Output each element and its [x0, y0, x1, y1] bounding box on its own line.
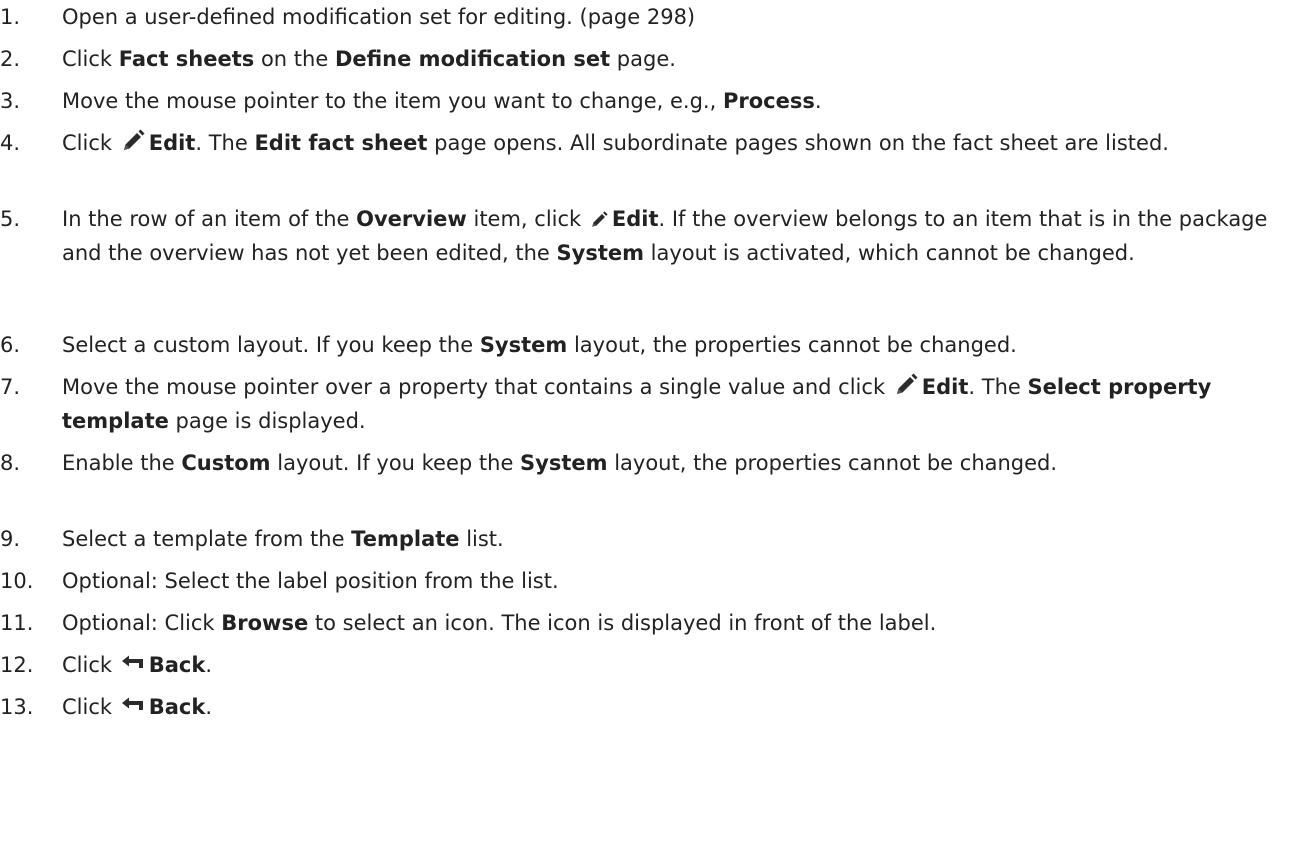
text-run: In the row of an item of the	[62, 207, 357, 231]
ui-term: Template	[351, 527, 460, 551]
text-run: Click	[62, 653, 119, 677]
step-text: Optional: Select the label position from…	[62, 564, 1302, 598]
pencil-icon	[894, 373, 918, 397]
ui-term: System	[556, 241, 644, 265]
text-run: item, click	[466, 207, 588, 231]
pencil-icon	[121, 129, 145, 153]
step-text: Click Back.	[62, 648, 1302, 682]
step-number: 7.	[0, 375, 21, 399]
text-run: .	[205, 653, 212, 677]
text-run: . The	[968, 375, 1028, 399]
ui-term: Process	[722, 89, 815, 113]
ui-term: Fact sheets	[118, 47, 255, 71]
text-run: page opens. All subordinate pages shown …	[427, 131, 1169, 155]
list-item: 6. Select a custom layout. If you keep th…	[0, 328, 1306, 362]
step-number: 9.	[0, 527, 21, 551]
ui-term: Define modification set	[334, 47, 611, 71]
list-item: 13. Click Back.	[0, 690, 1306, 724]
list-item: 1. Open a user-defined modification set f…	[0, 0, 1306, 34]
text-run: list.	[459, 527, 504, 551]
step-number: 5.	[0, 207, 21, 231]
ui-term: Overview	[356, 207, 467, 231]
text-run: to select an icon. The icon is displayed…	[308, 611, 937, 635]
step-text: Select a template from the Template list…	[62, 522, 1302, 556]
list-item: 3. Move the mouse pointer to the item you…	[0, 84, 1306, 118]
step-text: Enable the Custom layout. If you keep th…	[62, 446, 1302, 480]
ui-term: Edit fact sheet	[254, 131, 428, 155]
ui-term: Back	[148, 653, 206, 677]
step-number: 4.	[0, 131, 21, 155]
text-run: layout is activated, which cannot be cha…	[644, 241, 1135, 265]
ui-term: Back	[148, 695, 206, 719]
step-text: In the row of an item of the Overview it…	[62, 202, 1302, 270]
ui-term: Edit	[611, 207, 659, 231]
text-run: page is displayed.	[168, 409, 366, 433]
text-run: .	[814, 89, 822, 113]
ui-term: Edit	[148, 131, 196, 155]
step-number: 2.	[0, 47, 21, 71]
step-text: Click Edit. The Edit fact sheet page ope…	[62, 126, 1302, 160]
text-run: Select a template from the	[62, 527, 352, 551]
text-run: Open a user-defined modification set for…	[62, 5, 696, 29]
pencil-icon	[590, 211, 608, 229]
step-text: Click Fact sheets on the Define modifica…	[62, 42, 1302, 76]
step-number: 1.	[0, 5, 21, 29]
list-item: 12. Click Back.	[0, 648, 1306, 682]
step-number: 8.	[0, 451, 21, 475]
text-run: layout. If you keep the	[270, 451, 521, 475]
ui-term: Edit	[921, 375, 969, 399]
text-run: Enable the	[62, 451, 182, 475]
text-run: .	[205, 695, 212, 719]
step-number: 13.	[0, 695, 34, 719]
step-text: Click Back.	[62, 690, 1302, 724]
step-number: 11.	[0, 611, 34, 635]
step-number: 10.	[0, 569, 34, 593]
text-run: Optional: Select the label position from…	[62, 569, 559, 593]
list-item: 8. Enable the Custom layout. If you keep …	[0, 446, 1306, 480]
text-run: on the	[254, 47, 335, 71]
text-run: layout, the properties cannot be changed…	[607, 451, 1058, 475]
text-run: Click	[62, 695, 119, 719]
list-item: 11. Optional: Click Browse to select an i…	[0, 606, 1306, 640]
back-arrow-icon	[121, 697, 145, 717]
text-run: Optional: Click	[62, 611, 222, 635]
text-run: . The	[195, 131, 255, 155]
list-item: 10. Optional: Select the label position f…	[0, 564, 1306, 598]
text-run: Click	[62, 47, 119, 71]
text-run: Move the mouse pointer over a property t…	[62, 375, 892, 399]
text-run: page.	[610, 47, 676, 71]
step-text: Move the mouse pointer to the item you w…	[62, 84, 1302, 118]
list-item: 2. Click Fact sheets on the Define modifi…	[0, 42, 1306, 76]
ui-term: System	[520, 451, 608, 475]
ui-term: Browse	[221, 611, 309, 635]
step-number: 12.	[0, 653, 34, 677]
step-text: Open a user-defined modification set for…	[62, 0, 1302, 34]
back-arrow-icon	[121, 655, 145, 675]
text-run: Click	[62, 131, 119, 155]
step-text: Select a custom layout. If you keep the …	[62, 328, 1302, 362]
list-item: 4. Click Edit. The Edit fact sheet page o…	[0, 126, 1306, 160]
text-run: Move the mouse pointer to the item you w…	[62, 89, 723, 113]
step-text: Optional: Click Browse to select an icon…	[62, 606, 1302, 640]
step-text: Move the mouse pointer over a property t…	[62, 370, 1302, 438]
step-number: 6.	[0, 333, 21, 357]
ui-term: Custom	[181, 451, 271, 475]
list-item: 5. In the row of an item of the Overview …	[0, 202, 1306, 270]
list-item: 9. Select a template from the Template li…	[0, 522, 1306, 556]
list-item: 7. Move the mouse pointer over a property…	[0, 370, 1306, 438]
ui-term: System	[479, 333, 568, 357]
text-run: layout, the properties cannot be changed…	[567, 333, 1017, 357]
step-number: 3.	[0, 89, 21, 113]
text-run: Select a custom layout. If you keep the	[62, 333, 480, 357]
